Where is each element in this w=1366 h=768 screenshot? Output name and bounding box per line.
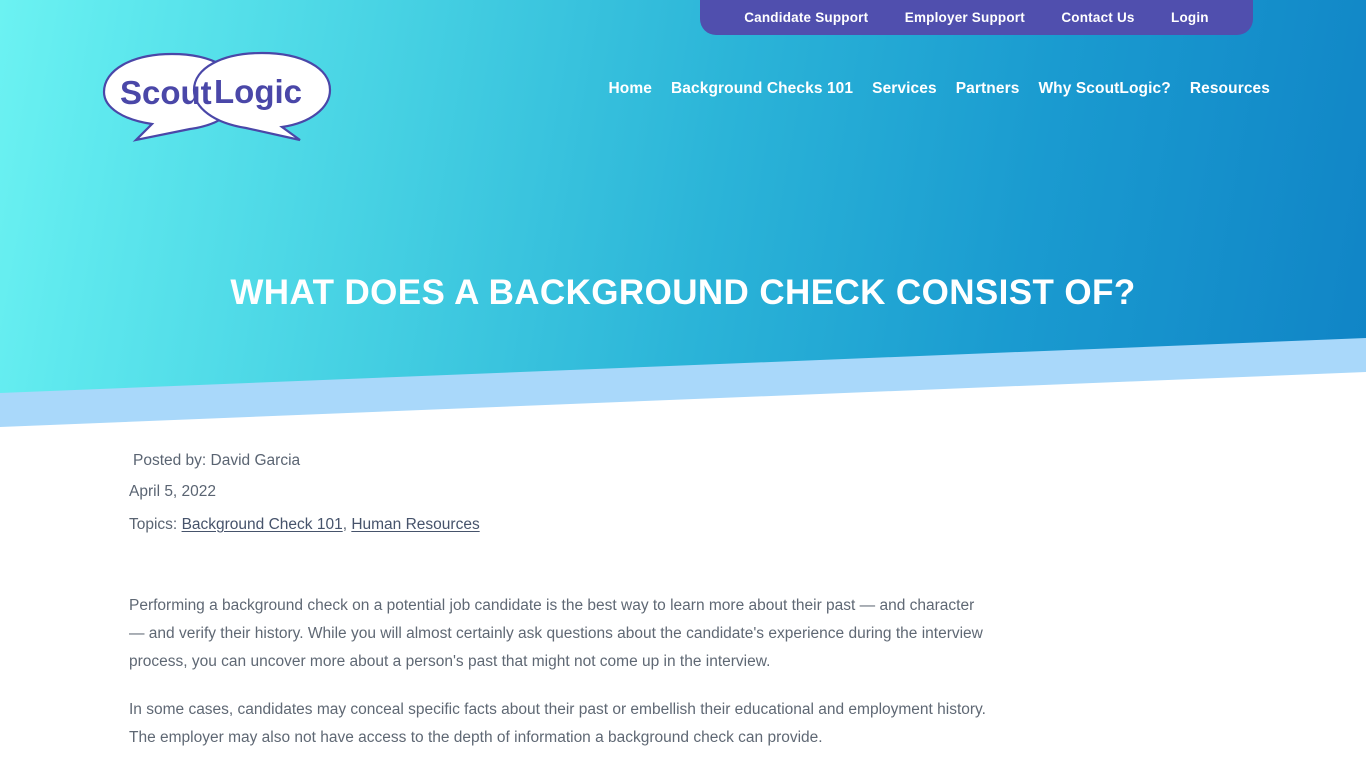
nav-item-services[interactable]: Services [872, 80, 937, 98]
site-logo[interactable]: Scout Logic [96, 48, 340, 144]
nav-item-partners[interactable]: Partners [956, 80, 1020, 98]
utility-link-employer-support[interactable]: Employer Support [905, 10, 1025, 25]
utility-navbar: Candidate Support Employer Support Conta… [700, 0, 1253, 35]
topic-link-background-check-101[interactable]: Background Check 101 [182, 516, 343, 533]
utility-link-login[interactable]: Login [1171, 10, 1209, 25]
nav-item-resources[interactable]: Resources [1190, 80, 1270, 98]
nav-item-background-checks-101[interactable]: Background Checks 101 [671, 80, 853, 98]
logo-word-scout: Scout [120, 74, 212, 111]
article-topics: Topics: Background Check 101, Human Reso… [129, 516, 989, 534]
topics-separator: , [342, 516, 348, 533]
nav-item-why-scoutlogic[interactable]: Why ScoutLogic? [1038, 80, 1170, 98]
article-date: April 5, 2022 [129, 483, 217, 500]
article-author: Posted by: David Garcia [133, 452, 301, 469]
topic-link-human-resources[interactable]: Human Resources [351, 516, 479, 533]
page-root: Candidate Support Employer Support Conta… [0, 0, 1366, 768]
logo-speech-bubbles-icon: Scout Logic [102, 51, 332, 142]
topics-label: Topics: [129, 516, 178, 533]
main-navbar: Home Background Checks 101 Services Part… [609, 80, 1270, 98]
nav-item-home[interactable]: Home [609, 80, 652, 98]
article-paragraph: Performing a background check on a poten… [129, 597, 983, 670]
article-paragraph: In some cases, candidates may conceal sp… [129, 701, 986, 746]
page-title: WHAT DOES A BACKGROUND CHECK CONSIST OF? [230, 273, 1136, 312]
logo-word-logic: Logic [214, 73, 302, 110]
article-container: Posted by: David Garcia April 5, 2022 To… [129, 452, 989, 768]
article-body: Performing a background check on a poten… [129, 592, 989, 752]
utility-link-candidate-support[interactable]: Candidate Support [744, 10, 868, 25]
utility-link-contact-us[interactable]: Contact Us [1061, 10, 1134, 25]
